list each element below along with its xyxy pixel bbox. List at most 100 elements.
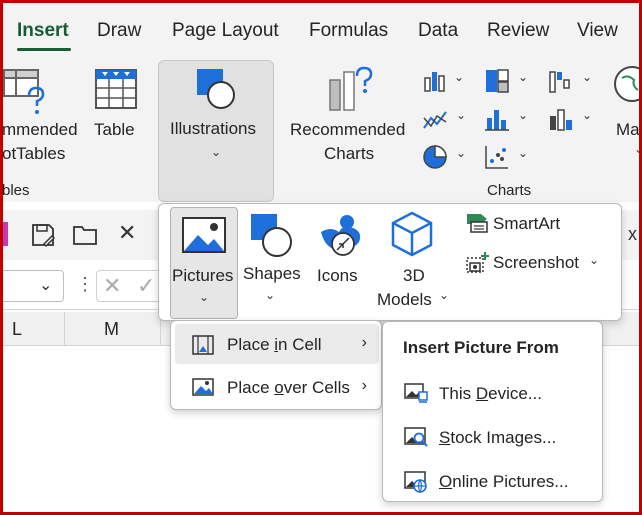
ribbon-insert: mmended otTables Table bles Illustration… — [0, 58, 642, 202]
chevron-down-icon: ⌄ — [439, 288, 450, 302]
ribbon-tab-bar: Insert Draw Page Layout Formulas Data Re… — [0, 0, 642, 58]
waterfall-chart-button[interactable]: ⌄ — [548, 68, 594, 96]
tab-page-layout[interactable]: Page Layout — [172, 20, 279, 42]
overflow-x-icon: x — [628, 224, 637, 244]
place-over-cells-icon — [192, 378, 214, 396]
online-pictures-label: Online Pictures... — [439, 472, 569, 491]
statistic-chart-button[interactable]: ⌄ — [484, 106, 530, 134]
tab-draw[interactable]: Draw — [97, 20, 141, 42]
hierarchy-chart-button[interactable]: ⌄ — [484, 68, 530, 96]
chevron-down-icon: ⌄ — [634, 142, 642, 156]
chevron-down-icon: ⌄ — [456, 146, 467, 160]
group-charts-label: Charts — [487, 182, 532, 199]
cancel-entry-icon[interactable]: ✕ — [103, 273, 121, 299]
stock-images-icon — [404, 427, 428, 447]
smartart-button[interactable]: SmartArt — [463, 210, 583, 238]
name-box[interactable]: ⌄ — [0, 270, 64, 302]
group-tables-label: bles — [2, 182, 30, 199]
tab-review[interactable]: Review — [487, 20, 549, 42]
online-pictures-item[interactable]: Online Pictures... — [387, 462, 599, 502]
pivottables-label-line2: otTables — [2, 144, 66, 163]
globe-icon — [614, 66, 642, 102]
maps-label: Ma — [616, 120, 640, 139]
waterfall-chart-icon — [549, 71, 570, 93]
smartart-label: SmartArt — [493, 214, 561, 233]
this-device-icon — [404, 383, 428, 403]
illustrations-dropdown: Pictures ⌄ Shapes ⌄ Icons 3D Models ⌄ Sm… — [158, 203, 622, 321]
combo-chart-icon — [550, 109, 572, 131]
pivottable-icon — [3, 69, 45, 114]
chevron-right-icon: › — [361, 334, 367, 351]
color-swatch — [0, 222, 8, 246]
3d-models-button[interactable]: 3D Models ⌄ — [373, 208, 453, 316]
statistic-chart-icon — [485, 110, 509, 131]
chevron-down-icon: ⌄ — [518, 70, 529, 84]
recommended-charts-label-line1: Recommended — [290, 120, 406, 139]
screenshot-label: Screenshot — [493, 253, 579, 272]
place-in-cell-icon — [192, 335, 214, 355]
icons-label: Icons — [317, 266, 358, 285]
table-button[interactable]: Table — [88, 58, 144, 158]
place-over-cells-item[interactable]: Place over Cells › — [175, 367, 379, 407]
shapes-label: Shapes — [243, 264, 301, 283]
column-chart-button[interactable]: ⌄ — [422, 68, 468, 96]
line-chart-icon — [423, 111, 447, 129]
stock-images-item[interactable]: Stock Images... — [387, 418, 599, 458]
screenshot-icon — [466, 252, 489, 273]
chevron-down-icon: ⌄ — [589, 253, 600, 267]
recommended-charts-button[interactable]: Recommended Charts — [288, 58, 412, 168]
scatter-chart-icon — [485, 146, 508, 169]
pie-chart-icon — [423, 145, 447, 169]
recommended-pivottables-button[interactable]: mmended otTables — [0, 58, 80, 168]
shapes-button[interactable]: Shapes ⌄ — [241, 208, 307, 312]
pie-chart-button[interactable]: ⌄ — [422, 144, 468, 172]
chevron-down-icon: ⌄ — [518, 108, 529, 122]
table-label: Table — [94, 120, 135, 139]
online-pictures-icon — [404, 471, 427, 494]
scatter-chart-button[interactable]: ⌄ — [484, 144, 530, 172]
chevron-down-icon: ⌄ — [39, 277, 53, 294]
place-in-cell-label: Place in Cell — [227, 335, 322, 354]
smartart-icon — [467, 214, 488, 233]
pictures-label: Pictures — [172, 266, 234, 285]
chevron-right-icon: › — [361, 377, 367, 394]
stock-images-label: Stock Images... — [439, 428, 557, 447]
close-icon[interactable]: ✕ — [118, 220, 136, 246]
pictures-submenu: Place in Cell › Place over Cells › — [170, 320, 382, 410]
insert-picture-from-menu: Insert Picture From This Device... Stock… — [382, 321, 603, 502]
active-tab-indicator — [17, 48, 71, 51]
maps-button[interactable]: Ma ⌄ — [610, 64, 642, 168]
chevron-down-icon: ⌄ — [456, 108, 467, 122]
column-header-l[interactable]: L — [12, 319, 22, 340]
chevron-down-icon: ⌄ — [518, 146, 529, 160]
confirm-entry-icon[interactable]: ✓ — [137, 273, 155, 299]
this-device-item[interactable]: This Device... — [387, 374, 599, 414]
3d-models-label-line2: Models — [377, 290, 432, 309]
save-icon[interactable] — [30, 222, 56, 248]
screenshot-button[interactable]: Screenshot ⌄ — [463, 248, 613, 278]
tab-formulas[interactable]: Formulas — [309, 20, 388, 42]
pictures-button[interactable]: Pictures ⌄ — [170, 207, 238, 319]
3d-models-label-line1: 3D — [403, 266, 425, 285]
place-in-cell-item[interactable]: Place in Cell › — [175, 324, 379, 364]
hierarchy-chart-icon — [486, 69, 509, 93]
tab-data[interactable]: Data — [418, 20, 458, 42]
column-chart-icon — [424, 72, 445, 92]
this-device-label: This Device... — [439, 384, 542, 403]
more-options-icon[interactable]: ⋮ — [76, 274, 94, 295]
tab-view[interactable]: View — [577, 20, 618, 42]
icons-icon — [321, 215, 361, 256]
chevron-down-icon: ⌄ — [265, 288, 276, 302]
icons-button[interactable]: Icons — [313, 208, 369, 298]
tab-insert[interactable]: Insert — [17, 20, 69, 42]
illustrations-icon — [197, 69, 235, 109]
illustrations-label: Illustrations — [170, 119, 256, 138]
folder-icon[interactable] — [72, 224, 98, 246]
illustrations-button[interactable]: Illustrations ⌄ — [158, 60, 274, 202]
recommended-charts-label-line2: Charts — [324, 144, 375, 163]
combo-chart-button[interactable]: ⌄ — [548, 106, 594, 134]
column-header-m[interactable]: M — [104, 319, 119, 340]
table-icon — [95, 69, 137, 109]
line-chart-button[interactable]: ⌄ — [422, 106, 468, 134]
cube-icon — [391, 211, 433, 257]
